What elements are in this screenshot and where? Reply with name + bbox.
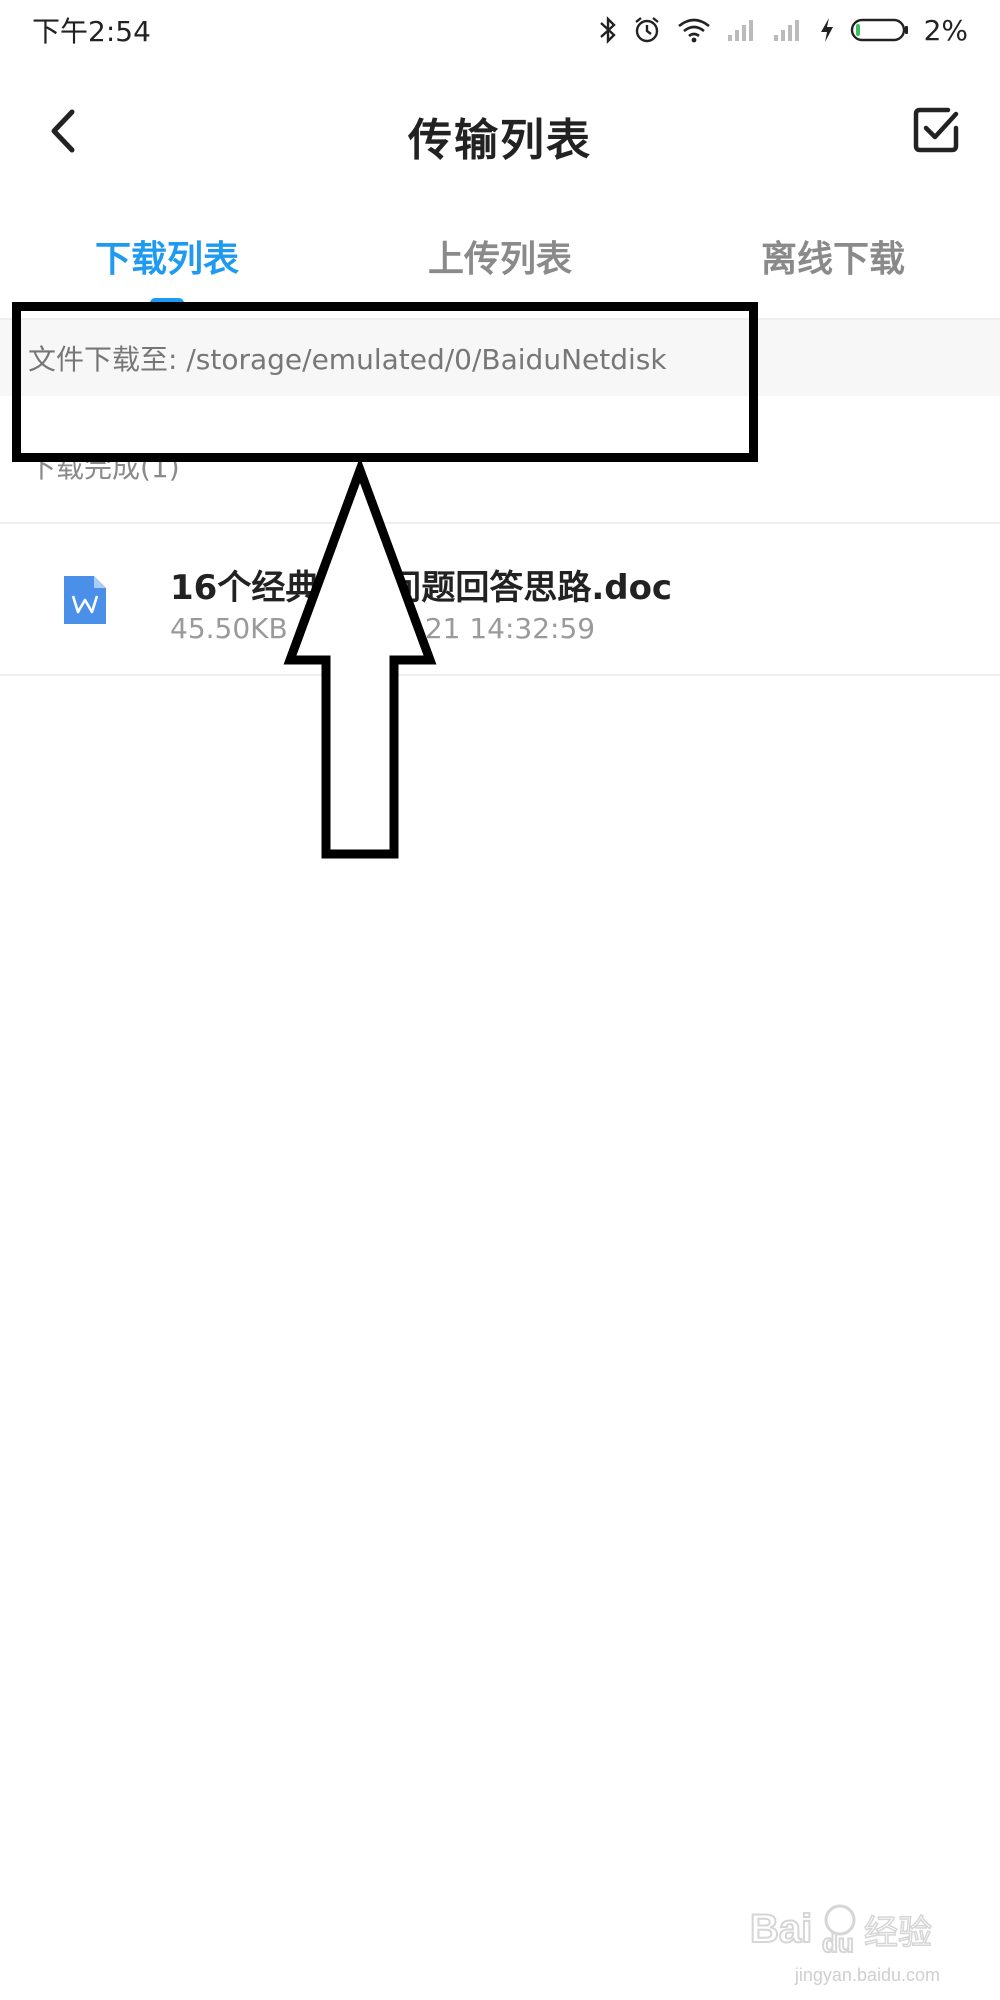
checkbox-icon bbox=[913, 107, 959, 153]
wifi-icon bbox=[677, 18, 710, 43]
tab-offline-download[interactable]: 离线下载 bbox=[666, 230, 1000, 282]
status-bar: 下午2:54 2% bbox=[0, 0, 1000, 60]
word-doc-icon bbox=[64, 576, 106, 624]
file-size: 45.50KB bbox=[170, 612, 288, 645]
charging-icon bbox=[820, 18, 833, 42]
screen: 下午2:54 2% 传输列表 下载列表 上传列表 离线下载 文件下载至: /st… bbox=[0, 0, 1000, 2000]
watermark-url: jingyan.baidu.com bbox=[794, 1965, 940, 1985]
list-item[interactable]: 16个经典面试问题回答思路.doc 45.50KB 2019-08-21 14:… bbox=[0, 524, 1000, 674]
signal-icon bbox=[727, 20, 753, 41]
battery-percent: 2% bbox=[923, 13, 968, 47]
divider bbox=[0, 674, 1000, 676]
annotation-highlight-box bbox=[12, 302, 758, 462]
baidu-jingyan-watermark-icon: Bai du 经验 bbox=[750, 1904, 933, 1959]
title-bar: 传输列表 bbox=[0, 80, 1000, 180]
annotation-arrow-up-icon bbox=[283, 460, 437, 859]
svg-text:Bai: Bai bbox=[750, 1907, 812, 1951]
svg-text:经验: 经验 bbox=[864, 1913, 932, 1953]
tab-upload-list[interactable]: 上传列表 bbox=[333, 230, 667, 282]
alarm-icon bbox=[634, 17, 659, 43]
status-icons: 2% bbox=[598, 14, 968, 47]
battery-icon bbox=[850, 18, 908, 42]
svg-text:du: du bbox=[822, 1928, 854, 1958]
signal-icon bbox=[773, 20, 799, 41]
page-title: 传输列表 bbox=[408, 115, 592, 166]
select-button[interactable] bbox=[908, 102, 964, 158]
bluetooth-icon bbox=[599, 16, 616, 44]
tab-download-list[interactable]: 下载列表 bbox=[0, 230, 334, 282]
status-time: 下午2:54 bbox=[32, 15, 151, 48]
